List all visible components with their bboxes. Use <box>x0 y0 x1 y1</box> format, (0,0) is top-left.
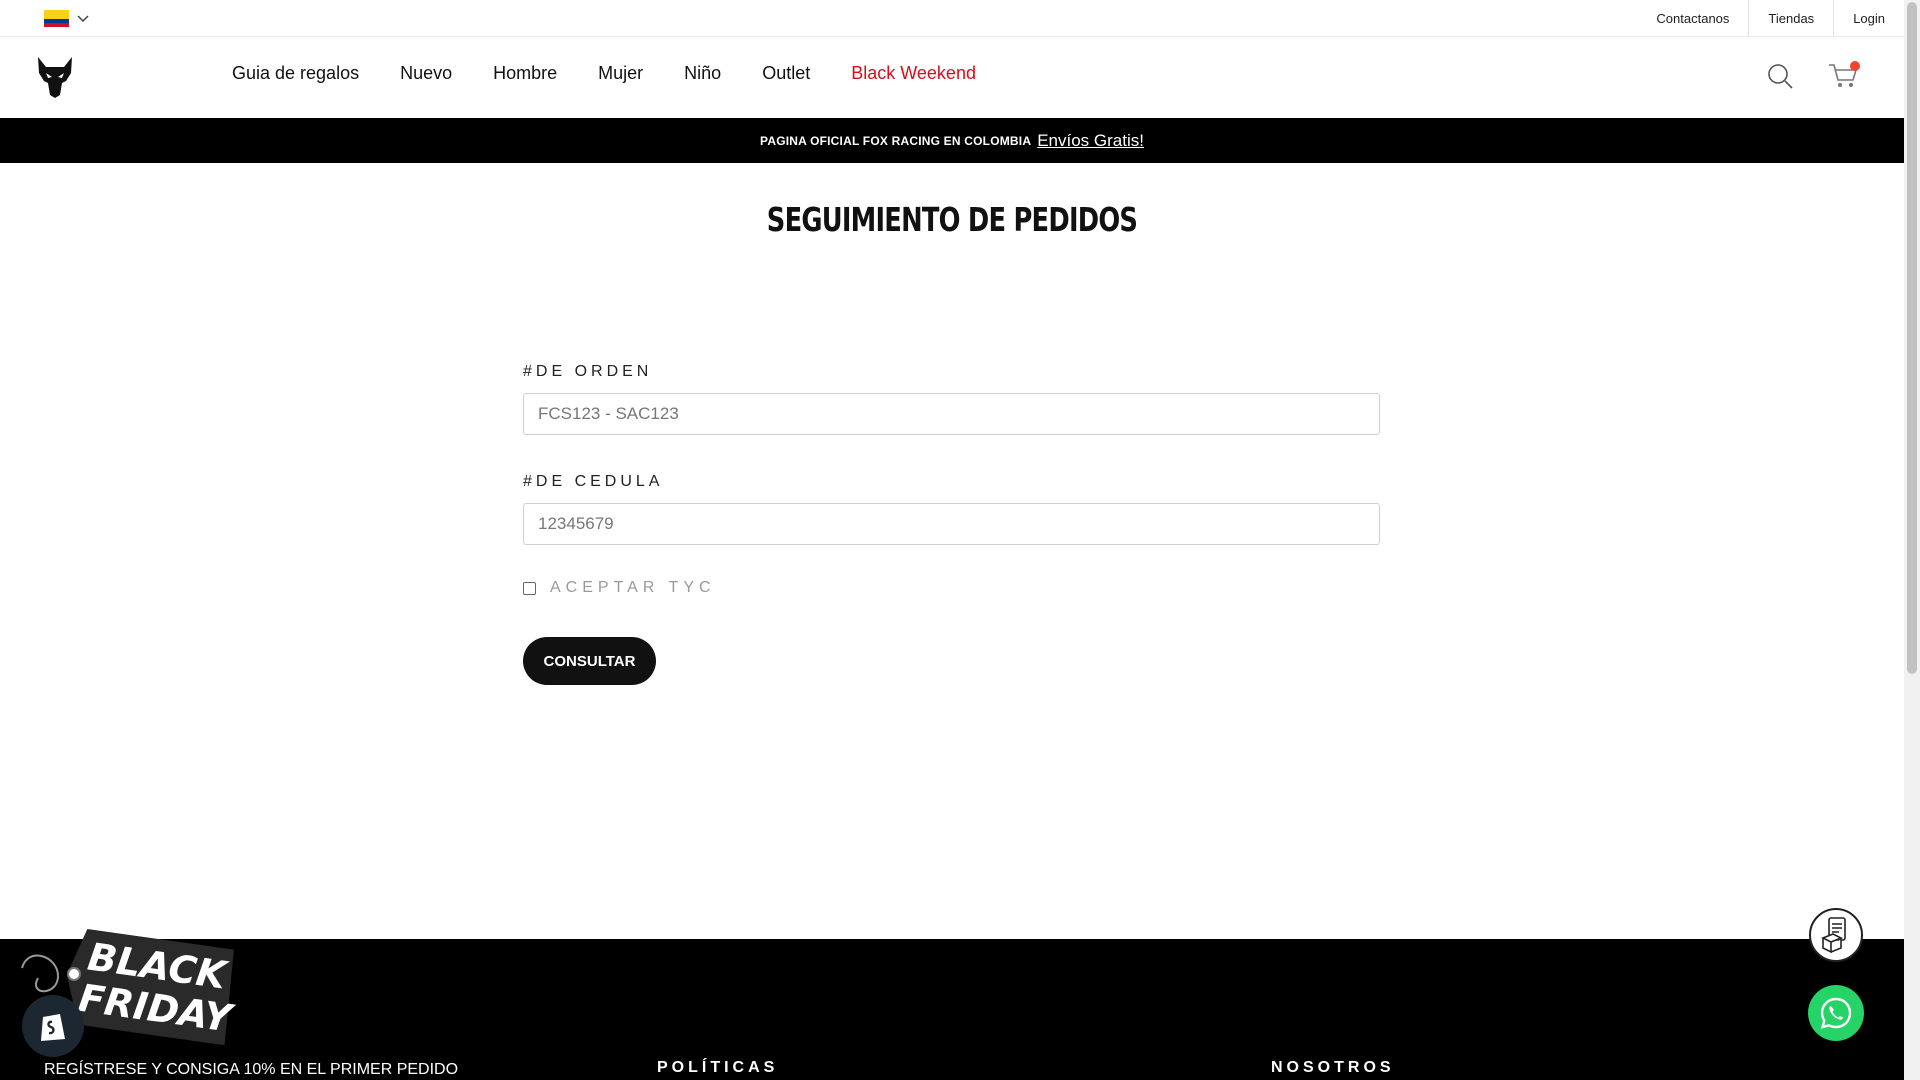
nav-item-men[interactable]: Hombre <box>493 63 557 84</box>
scrollbar-thumb[interactable] <box>1907 2 1917 674</box>
page-scrollbar[interactable] <box>1904 0 1920 1080</box>
whatsapp-icon[interactable] <box>1808 985 1864 1041</box>
page-title: SEGUIMIENTO DE PEDIDOS <box>766 200 1138 239</box>
cart-icon[interactable] <box>1828 61 1860 89</box>
nav-item-women[interactable]: Mujer <box>598 63 643 84</box>
login-link[interactable]: Login <box>1833 0 1904 37</box>
colombia-flag-icon <box>44 10 69 27</box>
chevron-down-icon <box>77 14 89 22</box>
receipt-icon[interactable] <box>1809 908 1863 962</box>
primary-menu: Guia de regalos Nuevo Hombre Mujer Niño … <box>232 63 1017 84</box>
about-heading: NOSOTROS <box>1271 1059 1395 1076</box>
policies-heading: POLÍTICAS <box>657 1059 779 1076</box>
newsletter-heading: REGÍSTRESE Y CONSIGA 10% EN EL PRIMER PE… <box>44 1061 459 1078</box>
order-number-input[interactable] <box>523 393 1380 435</box>
utility-links: Contactanos Tiendas Login <box>1637 0 1904 37</box>
country-selector[interactable] <box>44 10 89 27</box>
nav-item-outlet[interactable]: Outlet <box>762 63 810 84</box>
nav-item-black-weekend[interactable]: Black Weekend <box>851 63 976 84</box>
main-navigation: Guia de regalos Nuevo Hombre Mujer Niño … <box>0 37 1904 118</box>
shopify-icon[interactable] <box>22 995 84 1057</box>
fox-head-icon[interactable] <box>36 55 74 99</box>
footer: REGÍSTRESE Y CONSIGA 10% EN EL PRIMER PE… <box>0 939 1904 1080</box>
terms-label[interactable]: ACEPTAR TYC <box>550 579 716 597</box>
promo-text: PAGINA OFICIAL FOX RACING EN COLOMBIA <box>760 133 1032 148</box>
free-shipping-link[interactable]: Envíos Gratis! <box>1037 131 1144 151</box>
search-icon[interactable] <box>1767 63 1793 89</box>
cart-badge <box>1850 61 1860 71</box>
nav-item-kids[interactable]: Niño <box>684 63 721 84</box>
promo-bar: PAGINA OFICIAL FOX RACING EN COLOMBIA En… <box>0 118 1904 163</box>
order-tracking-form: #DE ORDEN #DE CEDULA ACEPTAR TYC CONSULT… <box>523 363 1380 685</box>
nav-item-gift-guide[interactable]: Guia de regalos <box>232 63 359 84</box>
contact-link[interactable]: Contactanos <box>1637 0 1748 37</box>
stores-link[interactable]: Tiendas <box>1748 0 1833 37</box>
top-utility-bar: Contactanos Tiendas Login <box>0 0 1904 37</box>
consult-button[interactable]: CONSULTAR <box>523 637 656 685</box>
id-number-input[interactable] <box>523 503 1380 545</box>
terms-checkbox[interactable] <box>523 581 536 595</box>
id-number-label: #DE CEDULA <box>523 473 664 490</box>
terms-row: ACEPTAR TYC <box>523 579 1380 597</box>
nav-item-new[interactable]: Nuevo <box>400 63 452 84</box>
order-number-label: #DE ORDEN <box>523 363 653 380</box>
